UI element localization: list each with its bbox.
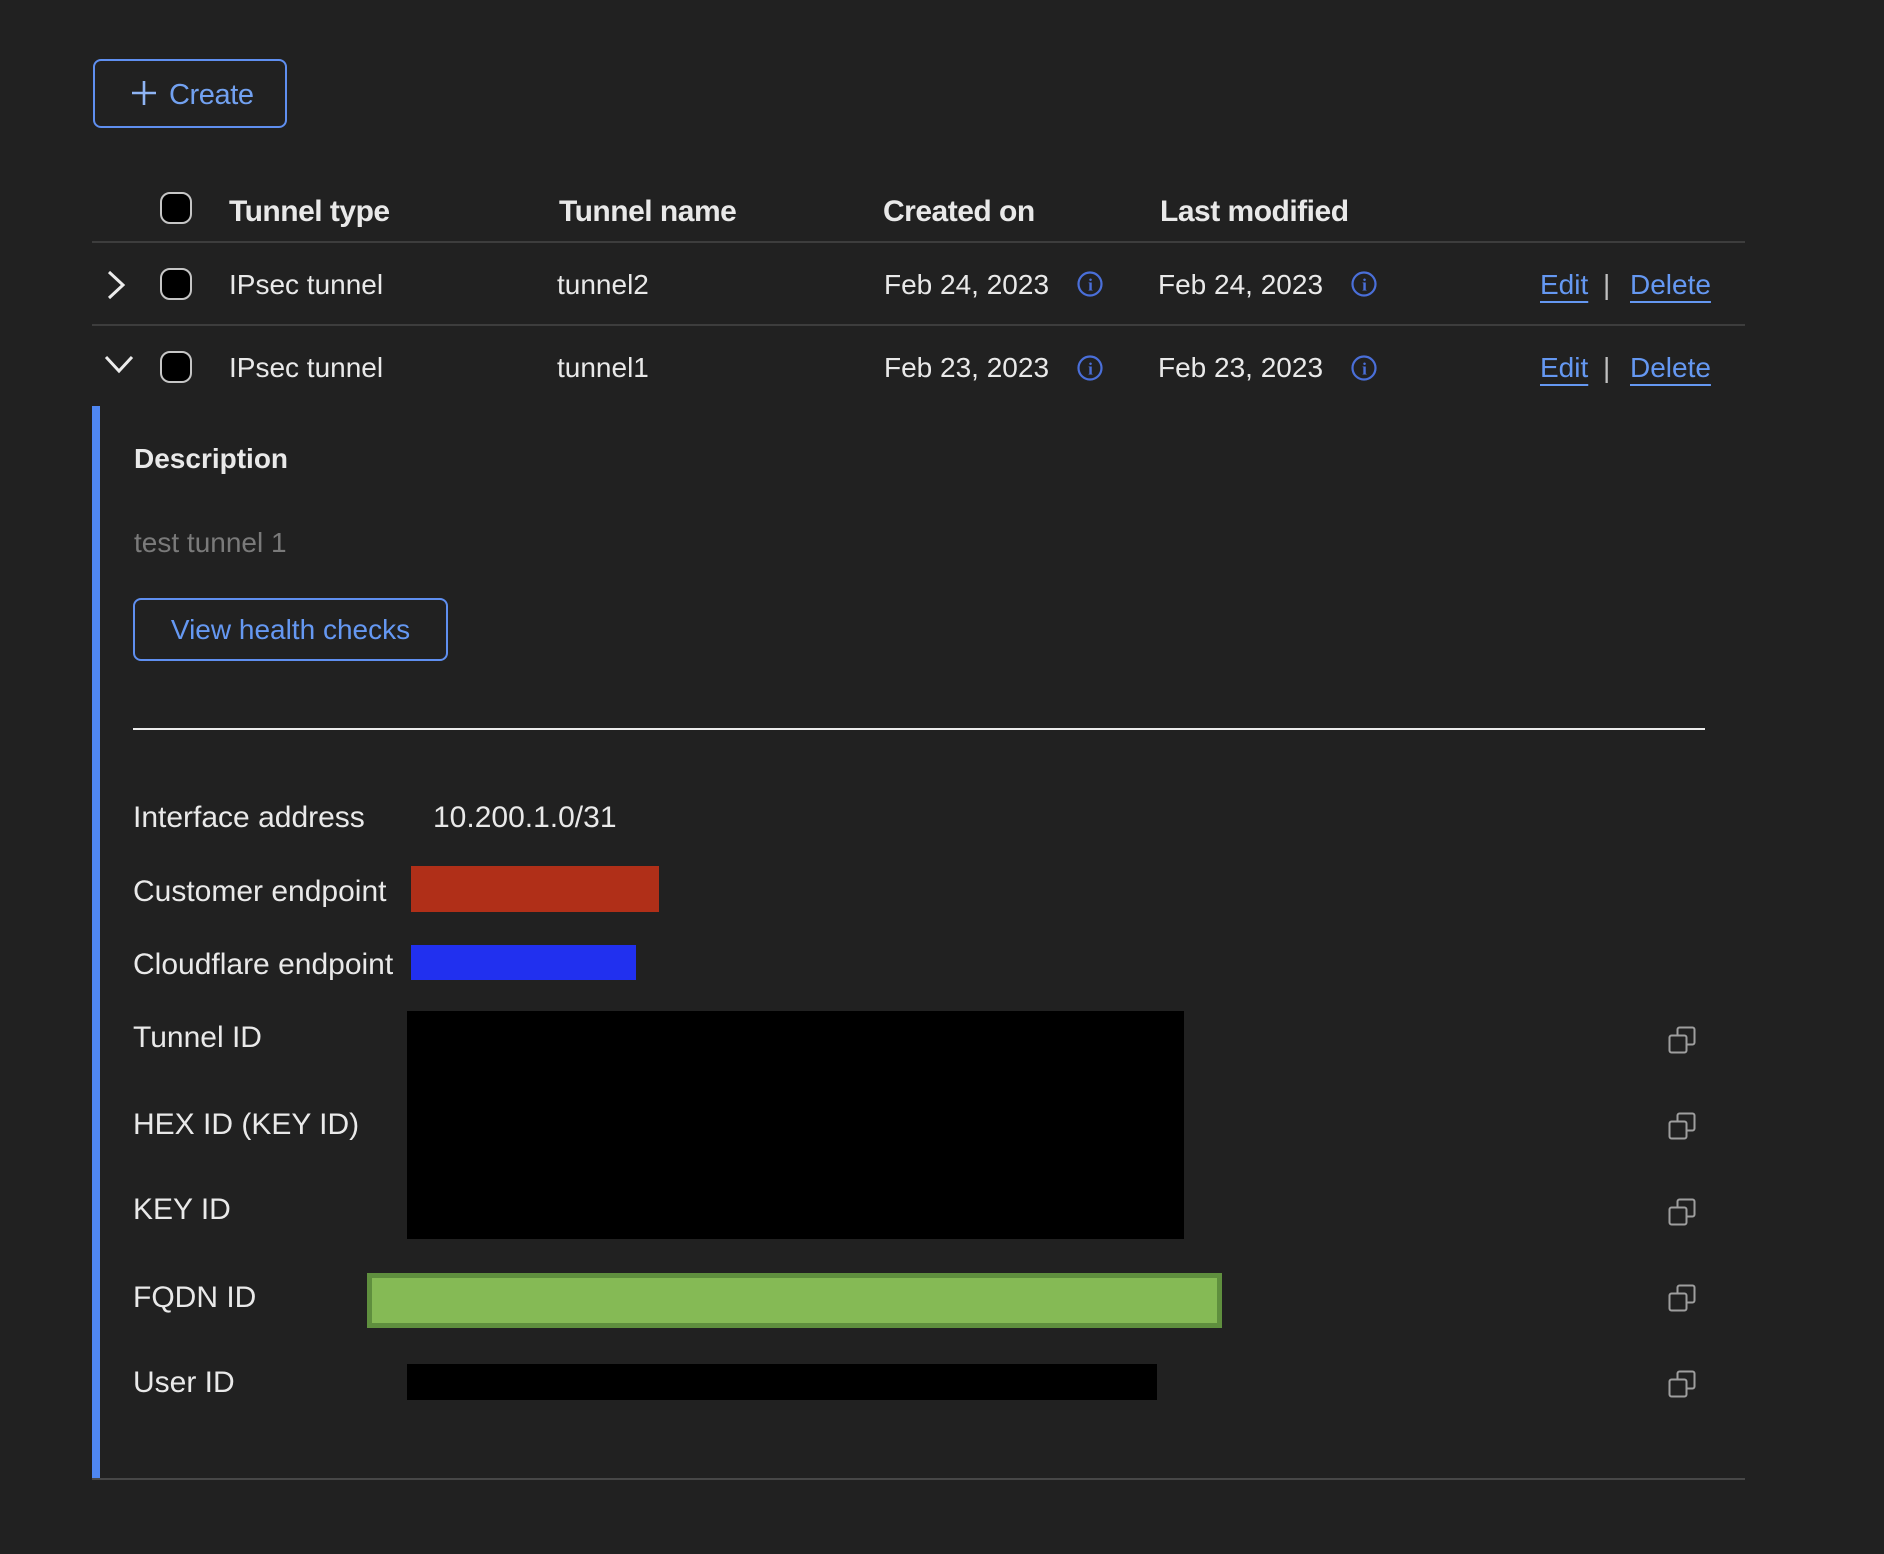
svg-text:i: i <box>1362 276 1367 295</box>
svg-text:i: i <box>1088 276 1093 295</box>
svg-text:i: i <box>1088 360 1093 379</box>
svg-text:i: i <box>1362 360 1367 379</box>
